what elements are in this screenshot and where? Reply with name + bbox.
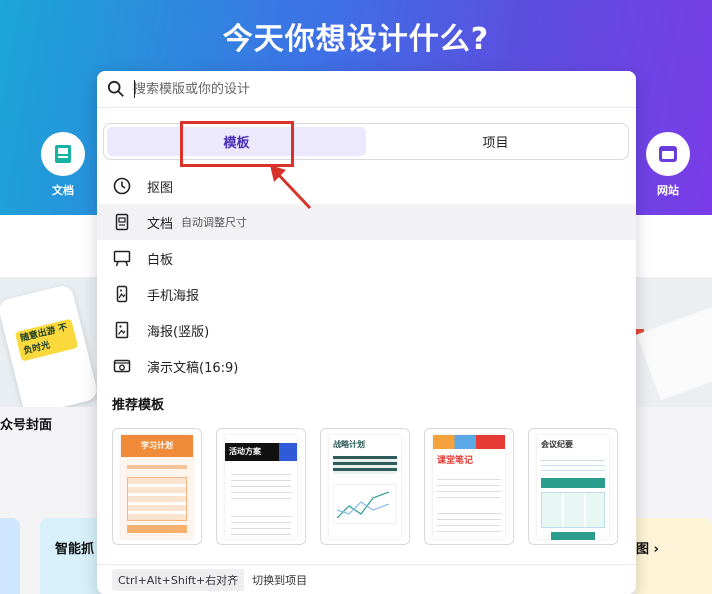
thumb-banner: [433, 435, 505, 449]
doc-category-icon: [41, 132, 85, 176]
template-thumb-study-plan[interactable]: 学习计划: [112, 428, 202, 545]
list-item-cutout[interactable]: 抠图: [97, 168, 636, 204]
thumb-bar: [541, 478, 605, 488]
search-input[interactable]: [133, 81, 613, 97]
list-item-sublabel: 自动调整尺寸: [181, 216, 248, 229]
tab-projects[interactable]: 项目: [366, 127, 625, 156]
list-item-poster[interactable]: 海报(竖版): [97, 312, 636, 348]
recommended-title: 推荐模板: [112, 398, 165, 413]
thumb-title: 课堂笔记: [437, 456, 474, 466]
feature-tile-left[interactable]: [0, 518, 20, 594]
thumb-table: [127, 477, 187, 521]
text-caret: [134, 80, 135, 98]
list-item-phone-poster[interactable]: 手机海报: [97, 276, 636, 312]
phone-mockup-image: 随意出游 不负时光: [0, 283, 100, 407]
list-item-presentation[interactable]: 演示文稿(16:9): [97, 348, 636, 384]
thumb-paper: 会议纪要: [537, 435, 609, 540]
thumb-line: [127, 465, 187, 469]
thumb-table: [333, 456, 397, 474]
category-web[interactable]: 网站: [638, 132, 698, 198]
shortcut-hint: Ctrl+Alt+Shift+右对齐: [112, 568, 245, 591]
feature-tile-right-label: 图 ›: [636, 542, 659, 557]
feature-tile-smart[interactable]: 智能抓: [40, 518, 100, 594]
template-thumb-strategy-plan[interactable]: 战略计划: [320, 428, 410, 545]
search-icon: [107, 80, 124, 97]
category-doc[interactable]: 文档: [33, 132, 93, 198]
thumb-title: 会议纪要: [541, 440, 573, 449]
dropdown-footer: Ctrl+Alt+Shift+右对齐 切换到项目: [97, 564, 636, 594]
template-card-cover[interactable]: 随意出游 不负时光: [0, 277, 100, 407]
feature-tile-right[interactable]: 图 ›: [636, 518, 712, 594]
phone-poster-icon: [113, 285, 131, 303]
template-thumb-activity-plan[interactable]: 活动方案: [216, 428, 306, 545]
thumb-lines: [231, 469, 291, 503]
website-category-icon: [646, 132, 690, 176]
whiteboard-icon: [113, 249, 131, 267]
thumb-lines: [541, 456, 605, 472]
poster-icon: [113, 321, 131, 339]
thumb-table: [541, 492, 605, 528]
page-title: 今天你想设计什么?: [222, 22, 490, 57]
thumb-accent: [279, 443, 297, 461]
list-item-label: 文档: [147, 216, 174, 232]
thumb-paper: 活动方案: [225, 435, 297, 539]
list-item-label: 演示文稿(16:9): [147, 360, 239, 376]
presentation-icon: [113, 357, 131, 375]
thumb-title: 学习计划: [121, 435, 193, 457]
envelope-image: [636, 303, 712, 401]
category-web-label: 网站: [657, 184, 679, 197]
thumb-lines: [231, 511, 291, 535]
thumb-paper: 战略计划: [329, 435, 401, 539]
thumb-title: 活动方案: [229, 447, 261, 456]
thumb-header: 活动方案: [225, 443, 297, 461]
thumb-lines: [437, 474, 501, 500]
clock-icon: [113, 177, 131, 195]
category-doc-label: 文档: [52, 184, 74, 197]
list-item-label: 抠图: [147, 180, 174, 196]
template-thumb-meeting-minutes[interactable]: 会议纪要: [528, 428, 618, 545]
list-item-label: 白板: [147, 252, 174, 268]
thumb-bar: [127, 525, 187, 533]
search-dropdown: 模板 项目 抠图 文档 自动调整尺寸 白板 手机海报: [97, 71, 636, 594]
thumb-paper: 课堂笔记: [433, 435, 505, 539]
document-icon: [113, 213, 131, 231]
template-card-envelope[interactable]: [636, 277, 712, 407]
phone-sticker: 随意出游 不负时光: [14, 318, 79, 362]
switch-to-projects-link[interactable]: 切换到项目: [252, 572, 307, 588]
template-thumb-class-notes[interactable]: 课堂笔记: [424, 428, 514, 545]
search-bar[interactable]: [97, 71, 636, 108]
list-item-label: 海报(竖版): [147, 324, 210, 340]
list-item-doc[interactable]: 文档 自动调整尺寸: [97, 204, 636, 240]
thumb-title: 战略计划: [333, 440, 365, 449]
thumb-paper: 学习计划: [121, 435, 193, 539]
suggestion-list: 抠图 文档 自动调整尺寸 白板 手机海报 海报(竖版) 演示文稿(16:9): [97, 168, 636, 384]
thumb-chart: [332, 483, 398, 525]
feature-tile-smart-label: 智能抓: [55, 542, 95, 557]
thumb-lines: [437, 508, 501, 534]
annotation-arrow-icon: [270, 165, 312, 210]
list-item-whiteboard[interactable]: 白板: [97, 240, 636, 276]
template-card-cover-label: 众号封面: [0, 418, 53, 433]
thumb-bar: [551, 532, 595, 540]
template-thumbnails: 学习计划 活动方案 战略计划 课堂笔记 会议纪要: [112, 428, 618, 545]
list-item-label: 手机海报: [147, 288, 200, 304]
